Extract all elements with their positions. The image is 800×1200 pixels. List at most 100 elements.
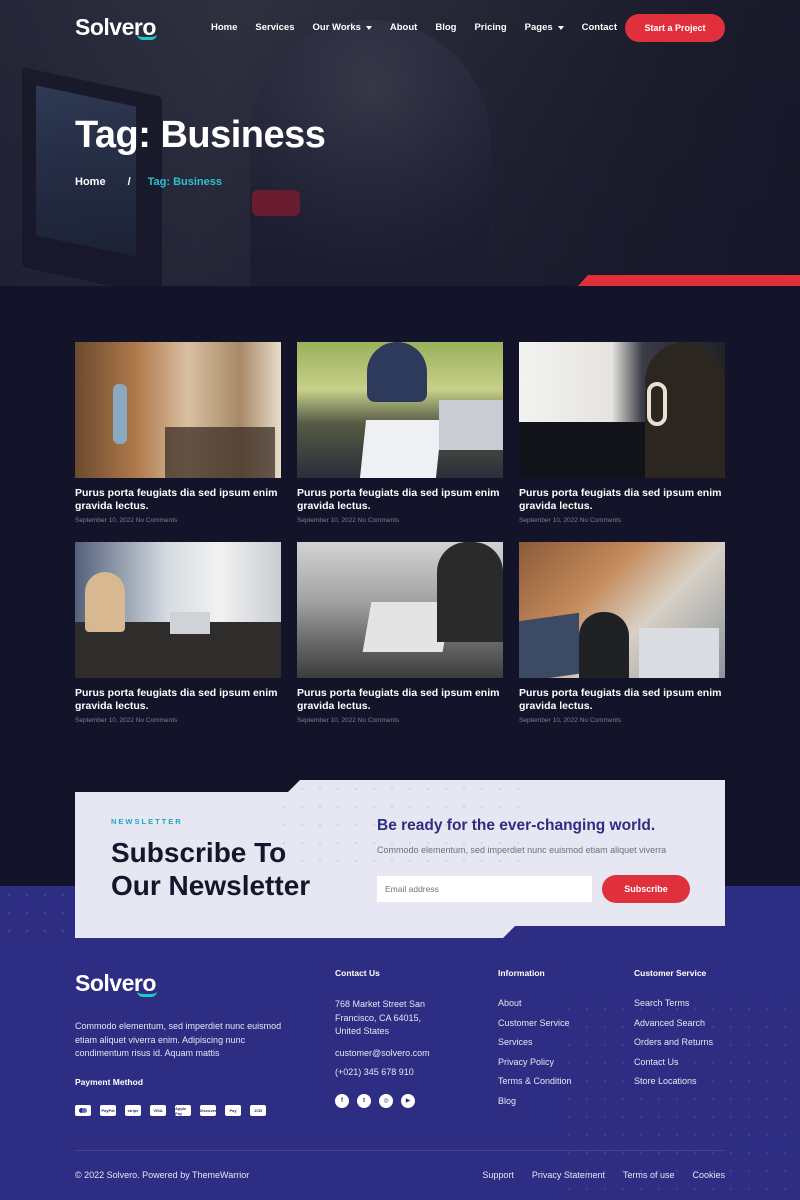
footer-link-store-locations[interactable]: Store Locations [634, 1076, 713, 1086]
social-links: f t ◎ ▶ [335, 1093, 445, 1108]
start-project-button[interactable]: Start a Project [625, 14, 725, 42]
post-thumbnail[interactable] [75, 342, 281, 478]
footer-link-privacy-policy[interactable]: Privacy Policy [498, 1057, 572, 1067]
post-meta: September 10, 2022 No Comments [297, 517, 400, 524]
newsletter-panel: NEWSLETTER Subscribe To Our Newsletter B… [75, 780, 725, 938]
post-meta: September 10, 2022 No Comments [75, 517, 178, 524]
logo-smile-icon [137, 991, 157, 997]
logo-smile-icon [137, 34, 157, 40]
post-title[interactable]: Purus porta feugiats dia sed ipsum enim … [75, 687, 281, 713]
footer-customer-service-column: Customer Service Search Terms Advanced S… [634, 968, 713, 1096]
post-title[interactable]: Purus porta feugiats dia sed ipsum enim … [297, 487, 503, 513]
footer-column-title: Customer Service [634, 968, 707, 978]
nav-item-label: Our Works [312, 22, 361, 33]
footer-bottom-link-support[interactable]: Support [482, 1170, 514, 1180]
footer-link-customer-service[interactable]: Customer Service [498, 1018, 572, 1028]
post-card: Purus porta feugiats dia sed ipsum enim … [297, 542, 503, 742]
subscribe-button[interactable]: Subscribe [602, 875, 690, 903]
email-field[interactable] [377, 876, 592, 902]
nav-item-home[interactable]: Home [211, 22, 237, 33]
footer-link-about[interactable]: About [498, 998, 572, 1008]
breadcrumb-separator: / [127, 176, 131, 188]
footer-link-orders-returns[interactable]: Orders and Returns [634, 1037, 713, 1047]
site-header: Solvero Home Services Our Works About Bl… [0, 0, 800, 56]
nav-item-label: Pricing [474, 22, 507, 33]
nav-item-contact[interactable]: Contact [582, 22, 617, 33]
footer-about-text: Commodo elementum, sed imperdiet nunc eu… [75, 1021, 282, 1058]
footer-phone[interactable]: (+021) 345 678 910 [335, 1067, 445, 1077]
footer-column-title: Information [498, 968, 545, 978]
hero-accent-bar [578, 275, 800, 286]
footer-bottom-link-privacy[interactable]: Privacy Statement [532, 1170, 605, 1180]
newsletter-headline: Be ready for the ever-changing world. [377, 817, 656, 834]
footer-link-services[interactable]: Services [498, 1037, 572, 1047]
post-thumbnail[interactable] [519, 342, 725, 478]
footer-link-contact-us[interactable]: Contact Us [634, 1057, 713, 1067]
jcb-icon: JCB [250, 1105, 266, 1116]
newsletter-eyebrow: NEWSLETTER [111, 817, 183, 826]
nav-item-services[interactable]: Services [255, 22, 294, 33]
post-title[interactable]: Purus porta feugiats dia sed ipsum enim … [75, 487, 281, 513]
nav-item-blog[interactable]: Blog [435, 22, 456, 33]
footer-link-advanced-search[interactable]: Advanced Search [634, 1018, 713, 1028]
breadcrumb: Home / Tag: Business [75, 176, 222, 188]
nav-item-label: About [389, 22, 418, 33]
footer-bottom-link-cookies[interactable]: Cookies [692, 1170, 725, 1180]
discover-icon: Discover [200, 1105, 216, 1116]
nav-item-our-works[interactable]: Our Works [313, 22, 372, 33]
nav-item-label: Home [211, 22, 238, 33]
chevron-down-icon [365, 25, 372, 30]
post-title[interactable]: Purus porta feugiats dia sed ipsum enim … [297, 687, 503, 713]
post-title[interactable]: Purus porta feugiats dia sed ipsum enim … [519, 687, 725, 713]
footer-contact-column: Contact Us 768 Market Street San Francis… [335, 968, 445, 1108]
payment-method-title: Payment Method [75, 1077, 144, 1087]
pay-icon: Pay [225, 1105, 241, 1116]
copyright-text: © 2022 Solvero. Powered by ThemeWarrior [75, 1170, 250, 1180]
payment-methods: PayPal stripe VISA Apple Pay Discover Pa… [75, 1105, 266, 1116]
posts-grid: Purus porta feugiats dia sed ipsum enim … [75, 342, 725, 742]
instagram-icon[interactable]: ◎ [379, 1093, 393, 1108]
footer-bottom-link-terms[interactable]: Terms of use [623, 1170, 675, 1180]
post-title[interactable]: Purus porta feugiats dia sed ipsum enim … [519, 487, 725, 513]
post-thumbnail[interactable] [75, 542, 281, 678]
apple-pay-icon: Apple Pay [175, 1105, 191, 1116]
hero-banner: Solvero Home Services Our Works About Bl… [0, 0, 800, 286]
footer-link-search-terms[interactable]: Search Terms [634, 998, 713, 1008]
newsletter-description: Commodo elementum, sed imperdiet nunc eu… [377, 845, 667, 855]
footer-link-blog[interactable]: Blog [498, 1096, 572, 1106]
nav-item-label: Services [255, 22, 295, 33]
footer-link-terms[interactable]: Terms & Condition [498, 1076, 572, 1086]
post-card: Purus porta feugiats dia sed ipsum enim … [519, 542, 725, 742]
paypal-icon: PayPal [100, 1105, 116, 1116]
post-thumbnail[interactable] [297, 342, 503, 478]
breadcrumb-home-link[interactable]: Home [75, 176, 106, 188]
footer-information-column: Information About Customer Service Servi… [498, 968, 572, 1115]
post-card: Purus porta feugiats dia sed ipsum enim … [75, 342, 281, 542]
post-meta: September 10, 2022 No Comments [519, 717, 622, 724]
post-card: Purus porta feugiats dia sed ipsum enim … [75, 542, 281, 742]
footer-bottom-links: Support Privacy Statement Terms of use C… [482, 1170, 725, 1180]
post-meta: September 10, 2022 No Comments [297, 717, 400, 724]
post-meta: September 10, 2022 No Comments [75, 717, 178, 724]
footer-email-link[interactable]: customer@solvero.com [335, 1048, 445, 1058]
post-meta: September 10, 2022 No Comments [519, 517, 622, 524]
footer-column-title: Contact Us [335, 968, 380, 978]
nav-item-pages[interactable]: Pages [525, 22, 564, 33]
facebook-icon[interactable]: f [335, 1093, 349, 1108]
nav-item-label: Blog [435, 22, 457, 33]
newsletter-title-line: Subscribe To [111, 837, 287, 868]
post-thumbnail[interactable] [519, 542, 725, 678]
footer-address: 768 Market Street San Francisco, CA 6401… [335, 999, 426, 1036]
stripe-icon: stripe [125, 1105, 141, 1116]
nav-item-label: Pages [524, 22, 553, 33]
breadcrumb-current: Tag: Business [147, 176, 222, 188]
twitter-icon[interactable]: t [357, 1093, 371, 1108]
mastercard-icon [75, 1105, 91, 1116]
post-thumbnail[interactable] [297, 542, 503, 678]
youtube-icon[interactable]: ▶ [401, 1093, 415, 1108]
newsletter-title: Subscribe To Our Newsletter [111, 836, 310, 902]
nav-item-about[interactable]: About [390, 22, 417, 33]
post-card: Purus porta feugiats dia sed ipsum enim … [297, 342, 503, 542]
post-card: Purus porta feugiats dia sed ipsum enim … [519, 342, 725, 542]
nav-item-pricing[interactable]: Pricing [474, 22, 506, 33]
